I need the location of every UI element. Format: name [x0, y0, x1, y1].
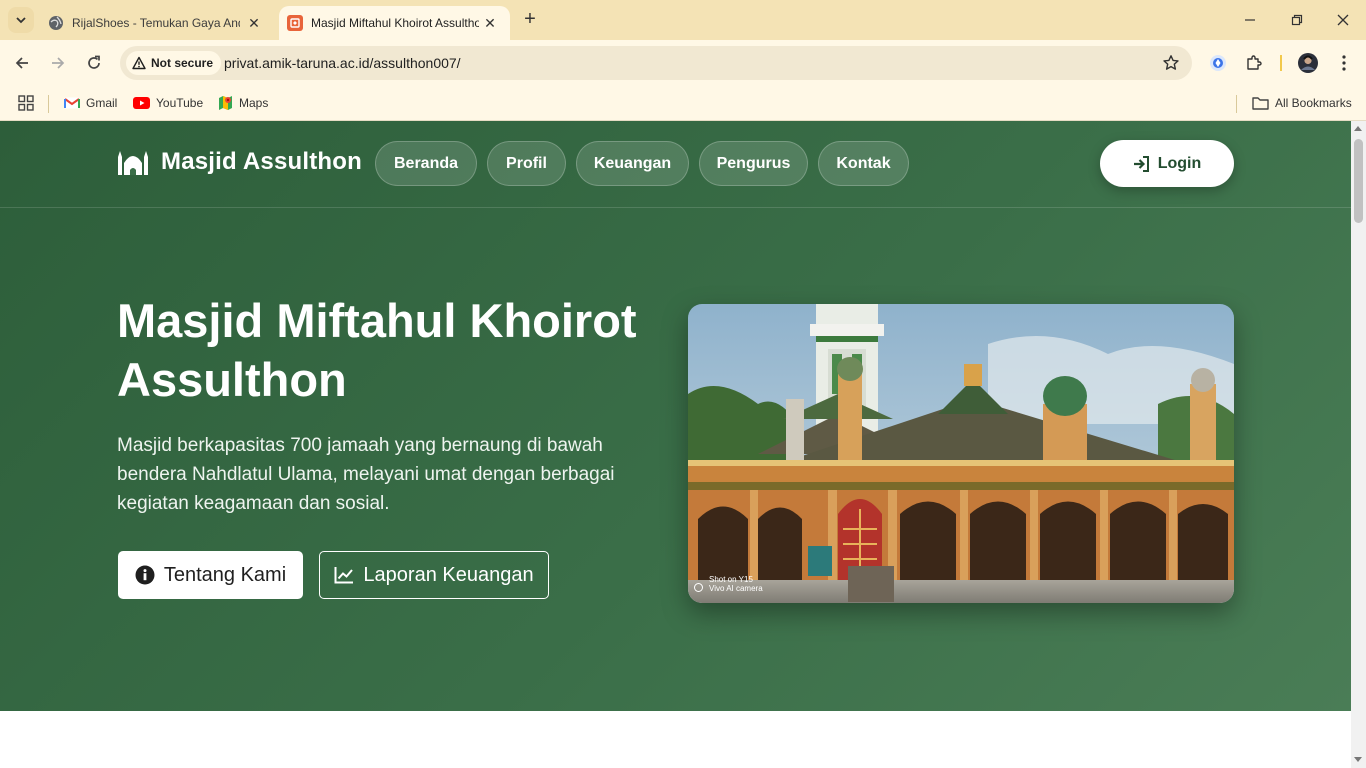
bookmark-gmail[interactable]: Gmail [64, 92, 117, 114]
login-button[interactable]: Login [1100, 140, 1234, 187]
bookmarks-divider [1236, 95, 1237, 113]
reload-icon[interactable] [82, 51, 106, 75]
browser-toolbar: Not secure privat.amik-taruna.ac.id/assu… [0, 40, 1366, 86]
tab-search-button[interactable] [8, 7, 34, 33]
bookmark-label: YouTube [156, 96, 204, 110]
nav-link-keuangan[interactable]: Keuangan [576, 141, 689, 186]
bookmark-star-icon[interactable] [1162, 54, 1180, 77]
bookmarks-divider [48, 95, 49, 113]
minimize-icon[interactable] [1238, 8, 1262, 32]
hero-section: Masjid Assulthon Beranda Profil Keuangan… [0, 121, 1351, 711]
youtube-icon [133, 97, 150, 109]
browser-tab-masjid[interactable]: Masjid Miftahul Khoirot Assulthon ✕ [279, 6, 510, 40]
watermark-line: Shot on Y15 [709, 575, 753, 584]
camera-icon [694, 583, 703, 592]
mosque-photo: Shot on Y15 Vivo AI camera [688, 304, 1234, 603]
folder-icon [1252, 97, 1269, 110]
bookmark-youtube[interactable]: YouTube [133, 92, 203, 114]
watermark-line: Vivo AI camera [709, 584, 763, 593]
address-bar[interactable]: Not secure privat.amik-taruna.ac.id/assu… [120, 46, 1192, 80]
site-navbar: Masjid Assulthon Beranda Profil Keuangan… [0, 121, 1351, 208]
browser-tab-rijalshoes[interactable]: RijalShoes - Temukan Gaya Anda ✕ [40, 6, 274, 40]
nav-link-beranda[interactable]: Beranda [375, 141, 477, 186]
bookmark-label: Maps [239, 96, 269, 110]
puzzle-icon[interactable] [1242, 51, 1266, 75]
chevron-down-icon [16, 17, 26, 24]
sign-in-icon [1133, 155, 1149, 172]
close-window-icon[interactable] [1331, 8, 1355, 32]
login-label: Login [1157, 154, 1202, 172]
bookmark-label: Gmail [86, 96, 118, 110]
about-button[interactable]: Tentang Kami [118, 551, 303, 599]
scroll-down-arrow-icon[interactable] [1354, 757, 1362, 762]
site-favicon-icon [287, 15, 303, 31]
bookmarks-bar: Gmail YouTube Maps All Bookmarks [0, 86, 1366, 121]
close-icon[interactable]: ✕ [246, 15, 262, 31]
warning-icon [132, 56, 146, 70]
url-text[interactable]: privat.amik-taruna.ac.id/assulthon007/ [224, 55, 461, 71]
browser-tab-strip: RijalShoes - Temukan Gaya Anda ✕ Masjid … [0, 0, 1366, 40]
line-chart-icon [334, 567, 354, 584]
site-security-chip[interactable]: Not secure [126, 51, 222, 75]
close-icon[interactable]: ✕ [482, 15, 498, 31]
hero-title: Masjid Miftahul Khoirot Assulthon [117, 294, 637, 406]
gmail-icon [64, 97, 80, 109]
brand-logo[interactable]: Masjid Assulthon [117, 148, 362, 176]
mosque-icon [118, 151, 148, 175]
tab-title: RijalShoes - Temukan Gaya Anda [72, 16, 240, 30]
apps-grid-icon[interactable] [18, 92, 40, 114]
kebab-menu-icon[interactable] [1332, 51, 1356, 75]
all-bookmarks-button[interactable]: All Bookmarks [1252, 92, 1352, 114]
restore-icon[interactable] [1285, 8, 1309, 32]
hero-description: Masjid berkapasitas 700 jamaah yang bern… [117, 435, 615, 514]
nav-link-profil[interactable]: Profil [487, 141, 566, 186]
bookmark-maps[interactable]: Maps [218, 92, 268, 114]
all-bookmarks-label: All Bookmarks [1275, 96, 1352, 110]
back-arrow-icon[interactable] [10, 51, 34, 75]
maps-icon [219, 96, 232, 110]
nav-link-kontak[interactable]: Kontak [818, 141, 909, 186]
info-circle-icon [135, 565, 155, 585]
about-button-label: Tentang Kami [163, 563, 287, 586]
extension-icon[interactable] [1206, 51, 1230, 75]
scrollbar-thumb[interactable] [1354, 139, 1363, 223]
security-label: Not secure [151, 56, 214, 70]
avatar[interactable] [1296, 51, 1320, 75]
nav-link-pengurus[interactable]: Pengurus [699, 141, 808, 186]
brand-name: Masjid Assulthon [161, 148, 362, 175]
page-scrollbar[interactable] [1351, 121, 1366, 768]
forward-arrow-icon[interactable] [46, 51, 70, 75]
page-viewport: Masjid Assulthon Beranda Profil Keuangan… [0, 121, 1351, 768]
globe-icon [48, 15, 64, 31]
financial-report-label: Laporan Keuangan [363, 563, 534, 586]
financial-report-button[interactable]: Laporan Keuangan [319, 551, 549, 599]
photo-watermark: Shot on Y15 Vivo AI camera [694, 575, 763, 593]
toolbar-divider [1280, 55, 1282, 71]
new-tab-button[interactable]: + [520, 9, 540, 30]
scroll-up-arrow-icon[interactable] [1354, 126, 1362, 131]
tab-title: Masjid Miftahul Khoirot Assulthon [311, 16, 479, 30]
